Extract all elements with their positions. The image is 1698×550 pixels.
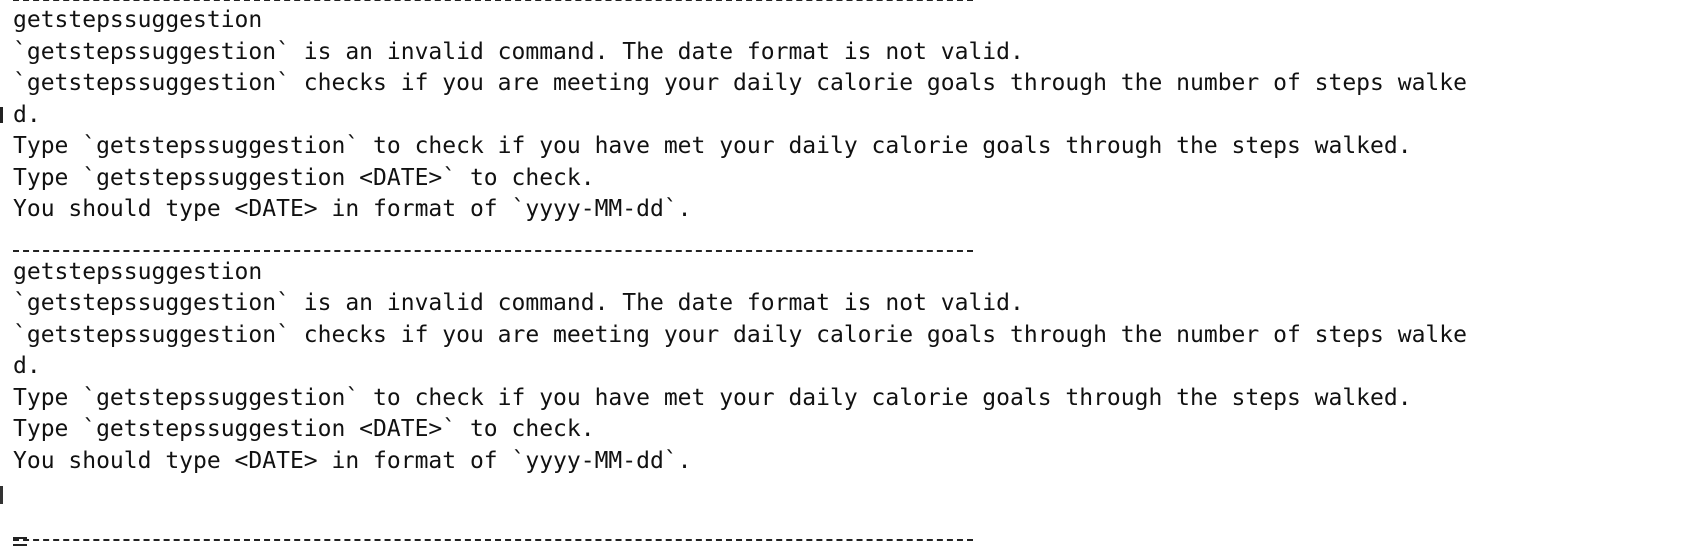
command-echo: getstepssuggestion xyxy=(13,259,263,285)
description-text: `getstepssuggestion` checks if you are m… xyxy=(13,322,1467,348)
separator-line xyxy=(13,250,973,252)
usage-text: Type `getstepssuggestion <DATE>` to chec… xyxy=(13,165,595,191)
separator-line xyxy=(13,539,973,541)
separator-line xyxy=(13,0,973,1)
wrap-indicator xyxy=(0,107,3,123)
description-text-continued: d. xyxy=(13,353,41,379)
command-echo: getstepssuggestion xyxy=(13,7,263,33)
usage-text: Type `getstepssuggestion` to check if yo… xyxy=(13,133,1412,159)
error-message: `getstepssuggestion` is an invalid comma… xyxy=(13,39,1024,65)
scroll-marker xyxy=(0,486,3,504)
usage-text: You should type <DATE> in format of `yyy… xyxy=(13,448,692,474)
usage-text: Type `getstepssuggestion` to check if yo… xyxy=(13,385,1412,411)
terminal-output: getstepssuggestion `getstepssuggestion` … xyxy=(0,0,1698,550)
usage-text: Type `getstepssuggestion <DATE>` to chec… xyxy=(13,416,595,442)
description-text: `getstepssuggestion` checks if you are m… xyxy=(13,70,1467,96)
error-message: `getstepssuggestion` is an invalid comma… xyxy=(13,290,1024,316)
usage-text: You should type <DATE> in format of `yyy… xyxy=(13,196,692,222)
description-text-continued: d. xyxy=(13,102,41,128)
